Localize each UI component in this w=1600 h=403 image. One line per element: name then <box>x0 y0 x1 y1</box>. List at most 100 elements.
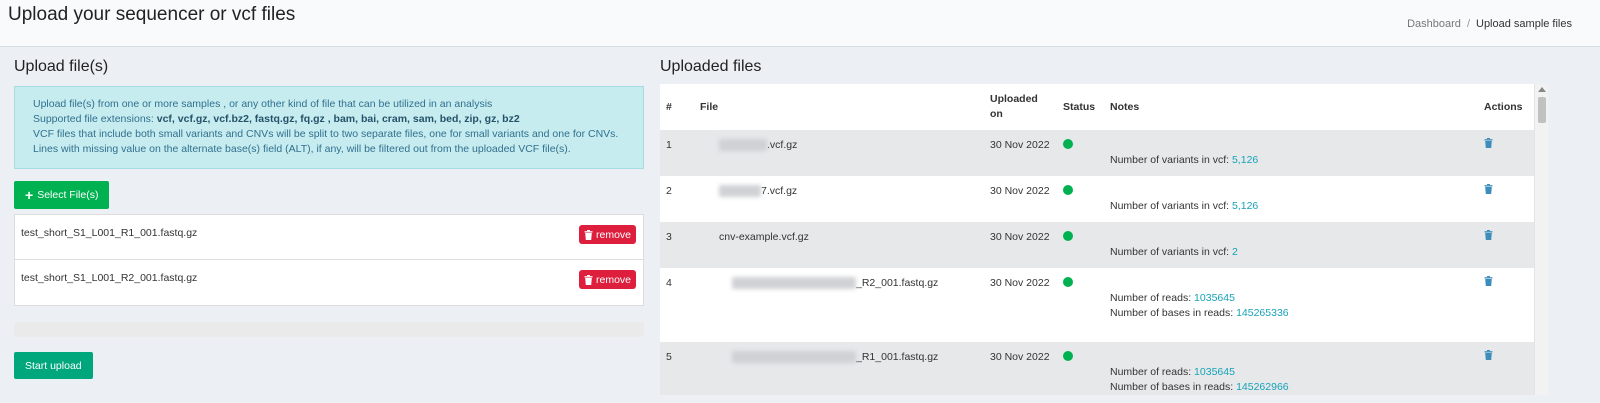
table-row: 5 _R1_001.fastq.gz 30 Nov 2022 Number of… <box>660 342 1534 395</box>
note-label: Number of variants in vcf: <box>1110 200 1232 212</box>
plus-icon: + <box>25 187 34 203</box>
trash-icon <box>584 274 593 285</box>
select-files-button[interactable]: + Select File(s) <box>14 181 110 209</box>
note-line: Number of reads: 1035645 <box>1110 291 1472 306</box>
blurred-filename <box>732 351 856 364</box>
uploaded-section-title: Uploaded files <box>660 58 762 75</box>
row-notes: Number of reads: 1035645 Number of bases … <box>1104 268 1478 342</box>
note-label: Number of reads: <box>1110 366 1195 378</box>
row-date: 30 Nov 2022 <box>984 130 1057 176</box>
note-line: Number of variants in vcf: 2 <box>1110 245 1472 260</box>
file-name-suffix: 7.vcf.gz <box>761 185 798 197</box>
row-date: 30 Nov 2022 <box>984 176 1057 222</box>
trash-icon <box>1484 350 1493 360</box>
selected-file-name: test_short_S1_L001_R2_001.fastq.gz <box>21 272 198 284</box>
row-number: 1 <box>660 130 694 176</box>
col-uploaded-on: Uploaded on <box>990 93 1038 120</box>
scroll-up-icon[interactable] <box>1538 87 1546 92</box>
breadcrumb-dashboard-link[interactable]: Dashboard <box>1407 18 1461 30</box>
page-title: Upload your sequencer or vcf files <box>8 4 296 25</box>
breadcrumb-separator: / <box>1466 18 1470 30</box>
page-header: Upload your sequencer or vcf files Dashb… <box>0 0 1600 47</box>
select-files-label: Select File(s) <box>37 189 99 201</box>
delete-file-button[interactable] <box>1484 184 1493 199</box>
row-status <box>1057 222 1104 268</box>
note-label: Number of variants in vcf: <box>1110 246 1232 258</box>
row-notes: Number of reads: 1035645 Number of bases … <box>1104 342 1478 395</box>
row-file: .vcf.gz <box>694 130 984 176</box>
row-status <box>1057 342 1104 395</box>
status-dot-icon <box>1063 185 1073 195</box>
row-number: 3 <box>660 222 694 268</box>
note-value: 2 <box>1231 246 1238 258</box>
delete-file-button[interactable] <box>1484 230 1493 245</box>
note-label: Number of reads: <box>1110 292 1195 304</box>
breadcrumb: Dashboard / Upload sample files <box>1407 18 1572 30</box>
uploaded-files-panel: Uploaded files # File Uploaded on Status… <box>660 58 1550 395</box>
row-file: _R2_001.fastq.gz <box>694 268 984 342</box>
note-line: Number of reads: 1035645 <box>1110 365 1472 380</box>
delete-file-button[interactable] <box>1484 350 1493 365</box>
trash-icon <box>1484 138 1493 148</box>
col-status: Status <box>1063 100 1096 113</box>
info-line-1: Upload file(s) from one or more samples … <box>33 98 493 110</box>
col-number: # <box>666 100 672 113</box>
upload-progress-bar <box>14 322 644 337</box>
row-status <box>1057 268 1104 342</box>
row-number: 5 <box>660 342 694 395</box>
note-value: 145262966 <box>1236 381 1289 393</box>
table-row: 1 .vcf.gz 30 Nov 2022 Number of variants… <box>660 130 1534 176</box>
upload-section-title: Upload file(s) <box>14 58 109 75</box>
list-item: test_short_S1_L001_R1_001.fastq.gz remov… <box>15 215 643 260</box>
info-line-3: VCF files that include both small varian… <box>33 128 619 140</box>
note-line: Number of variants in vcf: 5,126 <box>1110 199 1472 214</box>
row-actions <box>1478 130 1534 176</box>
note-label: Number of variants in vcf: <box>1110 154 1232 166</box>
row-notes: Number of variants in vcf: 2 <box>1104 222 1478 268</box>
list-item: test_short_S1_L001_R2_001.fastq.gz remov… <box>15 260 643 305</box>
uploaded-files-table: # File Uploaded on Status Notes Actions … <box>660 84 1548 395</box>
note-line: Number of bases in reads: 145262966 <box>1110 380 1472 395</box>
row-actions <box>1478 176 1534 222</box>
row-status <box>1057 130 1104 176</box>
trash-icon <box>1484 276 1493 286</box>
remove-file-button[interactable]: remove <box>578 225 636 244</box>
row-number: 4 <box>660 268 694 342</box>
note-value: 5,126 <box>1231 154 1259 166</box>
delete-file-button[interactable] <box>1484 276 1493 291</box>
note-value: 5,126 <box>1231 200 1259 212</box>
table-row: 2 7.vcf.gz 30 Nov 2022 Number of variant… <box>660 176 1534 222</box>
status-dot-icon <box>1063 351 1073 361</box>
file-name-suffix: _R1_001.fastq.gz <box>856 351 939 363</box>
blurred-filename <box>719 185 761 198</box>
delete-file-button[interactable] <box>1484 138 1493 153</box>
remove-file-button[interactable]: remove <box>578 270 636 289</box>
col-actions: Actions <box>1484 100 1523 113</box>
start-upload-button[interactable]: Start upload <box>14 352 93 379</box>
row-actions <box>1478 342 1534 395</box>
table-scrollbar[interactable] <box>1534 84 1548 395</box>
table-row: 3 cnv-example.vcf.gz 30 Nov 2022 Number … <box>660 222 1534 268</box>
upload-panel: Upload file(s) Upload file(s) from one o… <box>14 58 644 379</box>
selected-file-name: test_short_S1_L001_R1_001.fastq.gz <box>21 227 198 239</box>
row-file: 7.vcf.gz <box>694 176 984 222</box>
row-actions <box>1478 268 1534 342</box>
supported-ext-list: vcf, vcf.gz, vcf.bz2, fastq.gz, fq.gz , … <box>156 113 520 125</box>
row-actions <box>1478 222 1534 268</box>
note-value: 1035645 <box>1194 366 1235 378</box>
remove-label: remove <box>595 273 631 286</box>
trash-icon <box>1484 230 1493 240</box>
supported-ext-label: Supported file extensions: <box>33 113 157 125</box>
note-line: Number of variants in vcf: 5,126 <box>1110 153 1472 168</box>
table-header-row: # File Uploaded on Status Notes Actions <box>660 84 1534 130</box>
trash-icon <box>584 229 593 240</box>
status-dot-icon <box>1063 277 1073 287</box>
status-dot-icon <box>1063 231 1073 241</box>
selected-file-list: test_short_S1_L001_R1_001.fastq.gz remov… <box>14 214 644 306</box>
note-label: Number of bases in reads: <box>1110 381 1237 393</box>
scrollbar-thumb[interactable] <box>1538 97 1546 123</box>
row-file: cnv-example.vcf.gz <box>694 222 984 268</box>
col-notes: Notes <box>1110 100 1140 113</box>
status-dot-icon <box>1063 139 1073 149</box>
row-date: 30 Nov 2022 <box>984 342 1057 395</box>
